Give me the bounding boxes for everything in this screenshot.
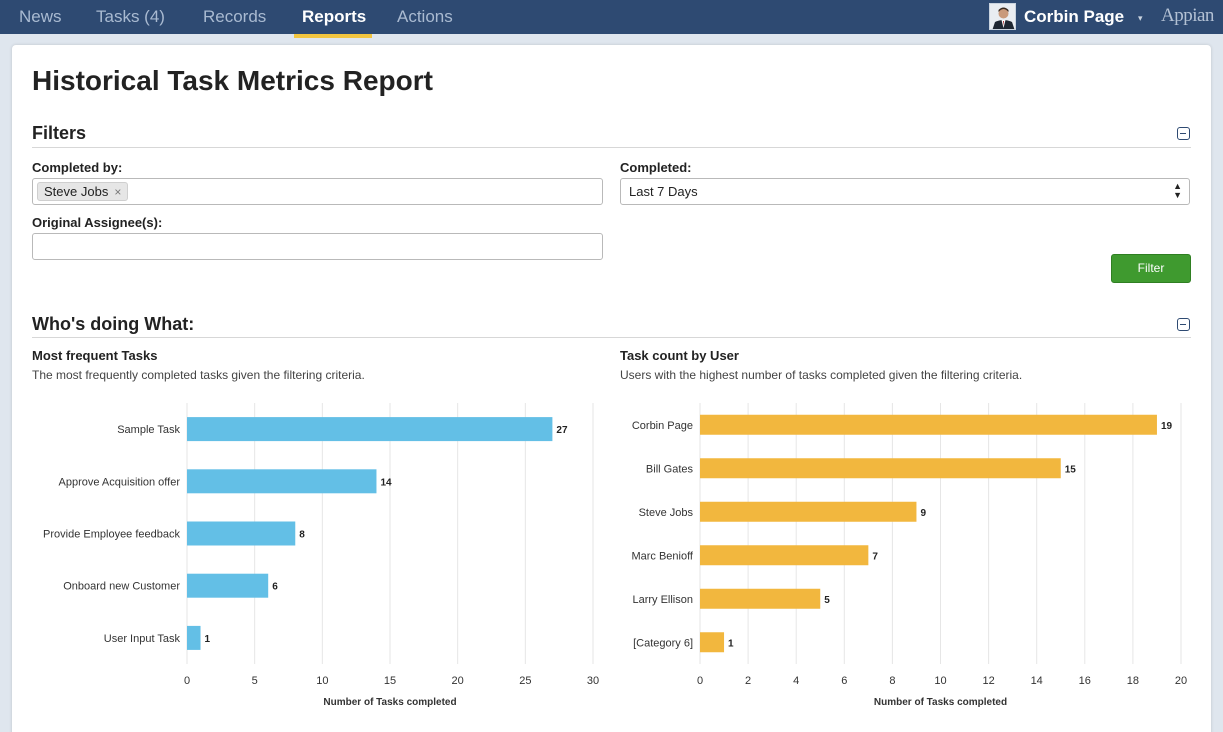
data-label: 6 — [272, 582, 278, 593]
category-label: Provide Employee feedback — [43, 529, 180, 541]
bar[interactable] — [700, 501, 917, 522]
x-tick-label: 18 — [1127, 675, 1139, 687]
tasks-bar-chart: 0 5 10 15 20 25 30Number of Tasks completedSam… — [43, 403, 1187, 708]
x-tick-label: 15 — [384, 675, 396, 687]
data-label: 7 — [872, 551, 878, 562]
x-tick-label: 2 — [745, 675, 751, 687]
data-label: 19 — [1161, 421, 1173, 432]
bar[interactable] — [700, 588, 821, 609]
bar[interactable] — [187, 573, 269, 598]
category-label: Bill Gates — [646, 463, 694, 475]
category-label: [Category 6] — [633, 637, 693, 649]
x-tick-label: 6 — [841, 675, 847, 687]
category-label: Marc Benioff — [631, 550, 693, 562]
bar[interactable] — [187, 417, 553, 442]
x-tick-label: 25 — [519, 675, 531, 687]
x-tick-label: 5 — [252, 675, 258, 687]
x-tick-label: 12 — [982, 675, 994, 687]
category-label: Onboard new Customer — [63, 581, 180, 593]
x-tick-label: 4 — [793, 675, 799, 687]
bar[interactable] — [187, 469, 377, 494]
category-label: Steve Jobs — [639, 507, 694, 519]
x-tick-label: 20 — [1175, 675, 1187, 687]
data-label: 5 — [824, 595, 830, 606]
x-tick-label: 16 — [1079, 675, 1091, 687]
bar[interactable] — [187, 625, 201, 650]
category-label: Corbin Page — [632, 420, 693, 432]
tasks-chart-group: 0 5 10 15 20 25 30 Number of Tasks completed Sam… — [43, 403, 599, 708]
x-tick-label: 10 — [934, 675, 946, 687]
x-tick-label: 14 — [1031, 675, 1043, 687]
data-label: 14 — [380, 477, 392, 488]
data-label: 27 — [556, 425, 568, 436]
x-tick-label: 10 — [316, 675, 328, 687]
x-tick-label: 30 — [587, 675, 599, 687]
x-tick-label: 20 — [452, 675, 464, 687]
x-axis-title: Number of Tasks completed — [874, 697, 1007, 708]
category-label: Larry Ellison — [632, 594, 693, 606]
category-label: Sample Task — [117, 424, 180, 436]
x-tick-label: 0 — [184, 675, 190, 687]
x-axis-title: Number of Tasks completed — [323, 697, 456, 708]
bar[interactable] — [700, 545, 869, 566]
data-label: 15 — [1065, 464, 1077, 475]
bar[interactable] — [700, 458, 1061, 479]
users-chart-group: 0 2 4 6 8 10 12 14 16 18 20 Number of Tasks complet… — [631, 403, 1187, 708]
category-label: Approve Acquisition offer — [59, 476, 181, 488]
bar[interactable] — [700, 414, 1157, 435]
x-tick-label: 8 — [889, 675, 895, 687]
data-label: 1 — [205, 634, 211, 645]
data-label: 1 — [728, 638, 734, 649]
data-label: 8 — [299, 530, 305, 541]
x-tick-label: 0 — [697, 675, 703, 687]
category-label: User Input Task — [104, 633, 181, 645]
bar[interactable] — [187, 521, 296, 546]
bar[interactable] — [700, 632, 725, 653]
data-label: 9 — [920, 508, 926, 519]
